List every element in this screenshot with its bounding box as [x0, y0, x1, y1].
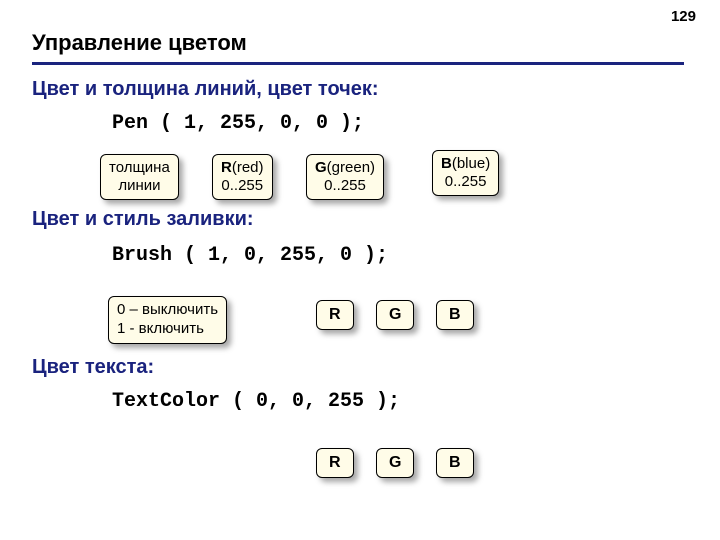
- callout-b: B(blue) 0..255: [432, 150, 499, 196]
- code-brush: Brush ( 1, 0, 255, 0 );: [112, 244, 388, 267]
- page-number: 129: [671, 8, 696, 25]
- title-underline: [32, 62, 684, 65]
- slide-title: Управление цветом: [32, 30, 247, 56]
- mini-text-g: G: [376, 448, 414, 478]
- code-textcolor: TextColor ( 0, 0, 255 );: [112, 390, 400, 413]
- callout-thickness: толщина линии: [100, 154, 179, 200]
- mini-brush-r: R: [316, 300, 354, 330]
- callout-g-rest: (green): [327, 159, 375, 176]
- callout-g-em: G: [315, 159, 327, 176]
- mini-text-r: R: [316, 448, 354, 478]
- callout-r-rest: (red): [232, 159, 264, 176]
- heading-pen: Цвет и толщина линий, цвет точек:: [32, 78, 379, 101]
- mini-brush-g: G: [376, 300, 414, 330]
- mini-text-b: B: [436, 448, 474, 478]
- callout-toggle: 0 – выключить 1 - включить: [108, 296, 227, 344]
- callout-b-rest: (blue): [452, 155, 490, 172]
- mini-brush-b: B: [436, 300, 474, 330]
- callout-thickness-text: толщина линии: [109, 159, 170, 194]
- callout-b-em: B: [441, 155, 452, 172]
- code-pen: Pen ( 1, 255, 0, 0 );: [112, 112, 364, 135]
- heading-textcolor: Цвет текста:: [32, 356, 154, 379]
- callout-g: G(green) 0..255: [306, 154, 384, 200]
- callout-r-range: 0..255: [221, 177, 263, 194]
- callout-r: R(red) 0..255: [212, 154, 273, 200]
- callout-b-range: 0..255: [445, 173, 487, 190]
- heading-brush: Цвет и стиль заливки:: [32, 208, 254, 231]
- callout-g-range: 0..255: [324, 177, 366, 194]
- callout-r-em: R: [221, 159, 232, 176]
- callout-toggle-text: 0 – выключить 1 - включить: [117, 301, 218, 337]
